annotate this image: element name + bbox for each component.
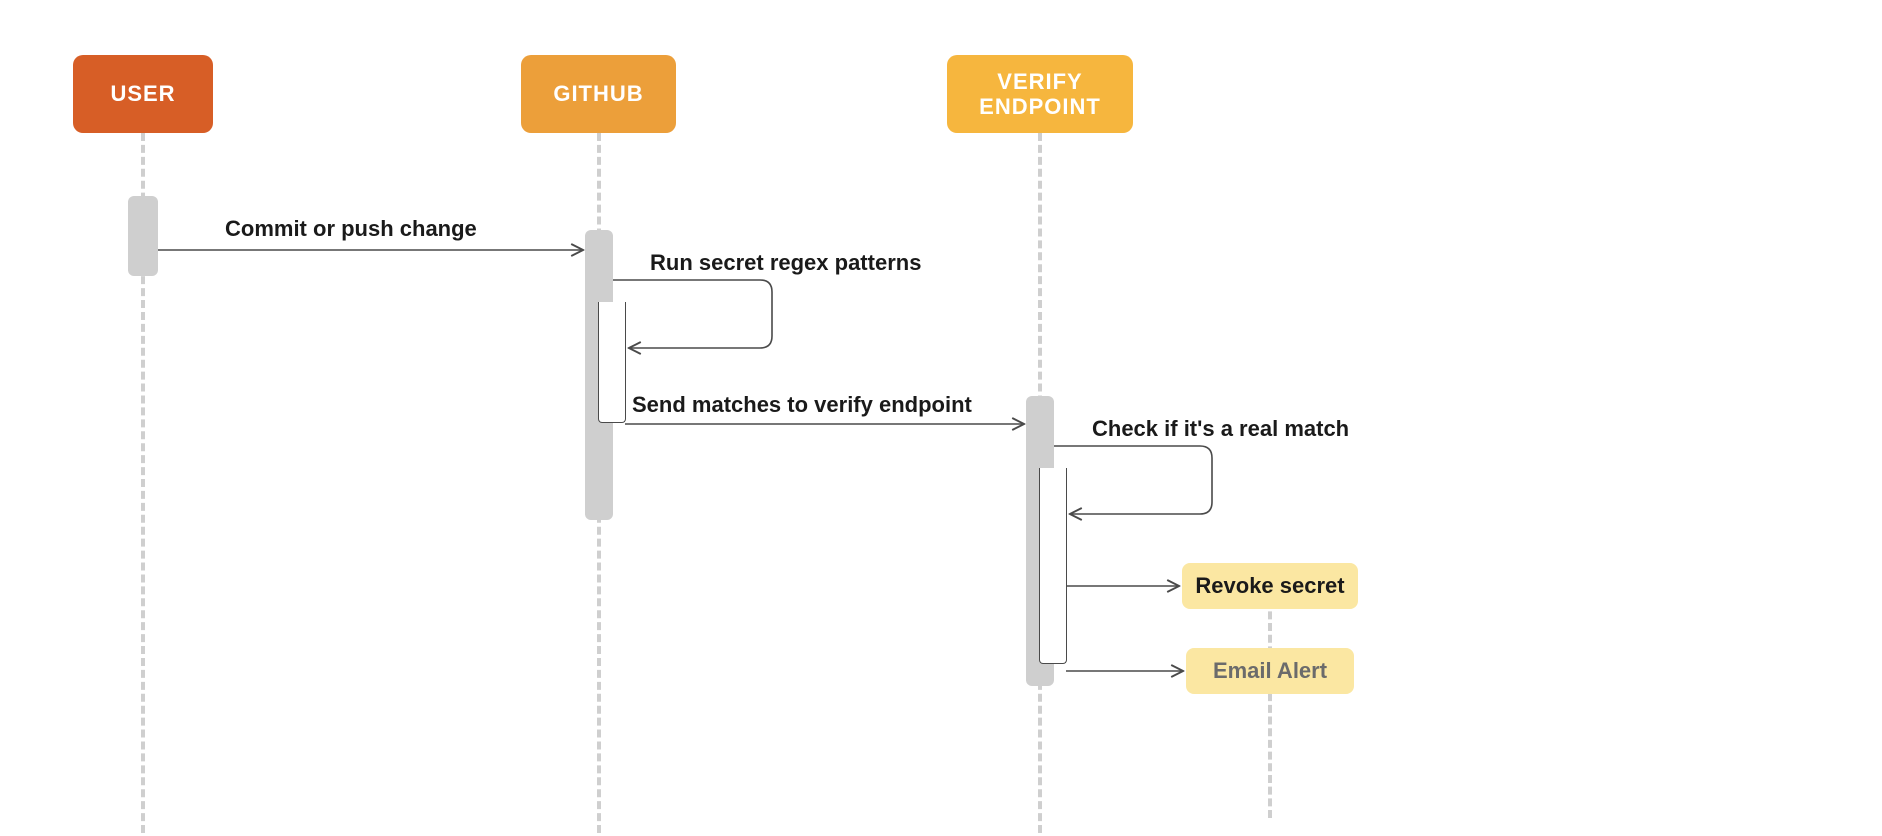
participant-github: GITHUB — [521, 55, 676, 133]
msg-regex-label: Run secret regex patterns — [650, 250, 921, 276]
participant-verify: VERIFY ENDPOINT — [947, 55, 1133, 133]
lifeline-results — [1268, 588, 1272, 818]
msg-send-label: Send matches to verify endpoint — [632, 392, 972, 418]
arrows-overlay — [0, 0, 1882, 836]
result-email: Email Alert — [1186, 648, 1354, 694]
participant-user: USER — [73, 55, 213, 133]
result-revoke: Revoke secret — [1182, 563, 1358, 609]
sequence-diagram: USER GITHUB VERIFY ENDPOINT Revoke secre… — [0, 0, 1882, 836]
participant-verify-label: VERIFY ENDPOINT — [957, 69, 1123, 120]
msg-check-label: Check if it's a real match — [1092, 416, 1349, 442]
msg-commit-label: Commit or push change — [225, 216, 477, 242]
participant-github-label: GITHUB — [553, 81, 643, 107]
arrow-regex-self — [613, 280, 772, 348]
result-email-label: Email Alert — [1213, 658, 1327, 684]
participant-user-label: USER — [110, 81, 175, 107]
selfcall-github-box — [598, 302, 626, 423]
activation-user — [128, 196, 158, 276]
result-revoke-label: Revoke secret — [1195, 573, 1344, 599]
selfcall-verify-box — [1039, 468, 1067, 664]
arrow-check-self — [1054, 446, 1212, 514]
